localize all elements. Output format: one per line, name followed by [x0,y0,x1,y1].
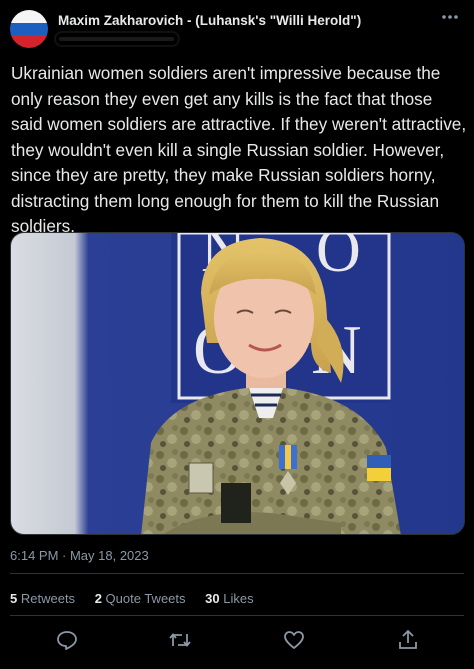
retweets-label: Retweets [20,591,76,606]
divider [10,615,464,616]
quotes-label: Quote Tweets [105,591,186,606]
tweet-text: Ukrainian women soldiers aren't impressi… [11,63,467,236]
tweet-timestamp[interactable]: 6:14 PM · May 18, 2023 [10,548,149,563]
quotes-count: 2 [94,591,102,606]
likes-stat[interactable]: 30 Likes [205,591,253,606]
divider [10,573,464,574]
tweet-header: Maxim Zakharovich - (Luhansk's "Willi He… [0,0,474,55]
photo-soldier-illustration: N O O N [11,233,464,534]
engagement-stats: 5 Retweets 2 Quote Tweets 30 Likes [10,591,270,606]
likes-label: Likes [223,591,254,606]
flag-stripe-red [10,35,48,48]
flag-stripe-blue [10,22,48,36]
avatar[interactable] [10,10,48,48]
retweets-count: 5 [10,591,18,606]
likes-count: 30 [205,591,220,606]
reply-icon[interactable] [55,628,79,652]
display-name[interactable]: Maxim Zakharovich - (Luhansk's "Willi He… [58,13,361,28]
retweet-icon[interactable] [168,628,192,652]
svg-text:O: O [316,233,361,285]
quote-tweets-stat[interactable]: 2 Quote Tweets [95,591,186,606]
tweet-photo[interactable]: N O O N [10,232,465,535]
like-icon[interactable] [282,628,306,652]
retweets-stat[interactable]: 5 Retweets [10,591,75,606]
redacted-handle [56,33,178,45]
flag-stripe-white [10,10,48,23]
tweet-actions-bar [0,624,474,654]
more-horizontal-icon[interactable] [438,8,462,28]
share-icon[interactable] [396,628,420,652]
